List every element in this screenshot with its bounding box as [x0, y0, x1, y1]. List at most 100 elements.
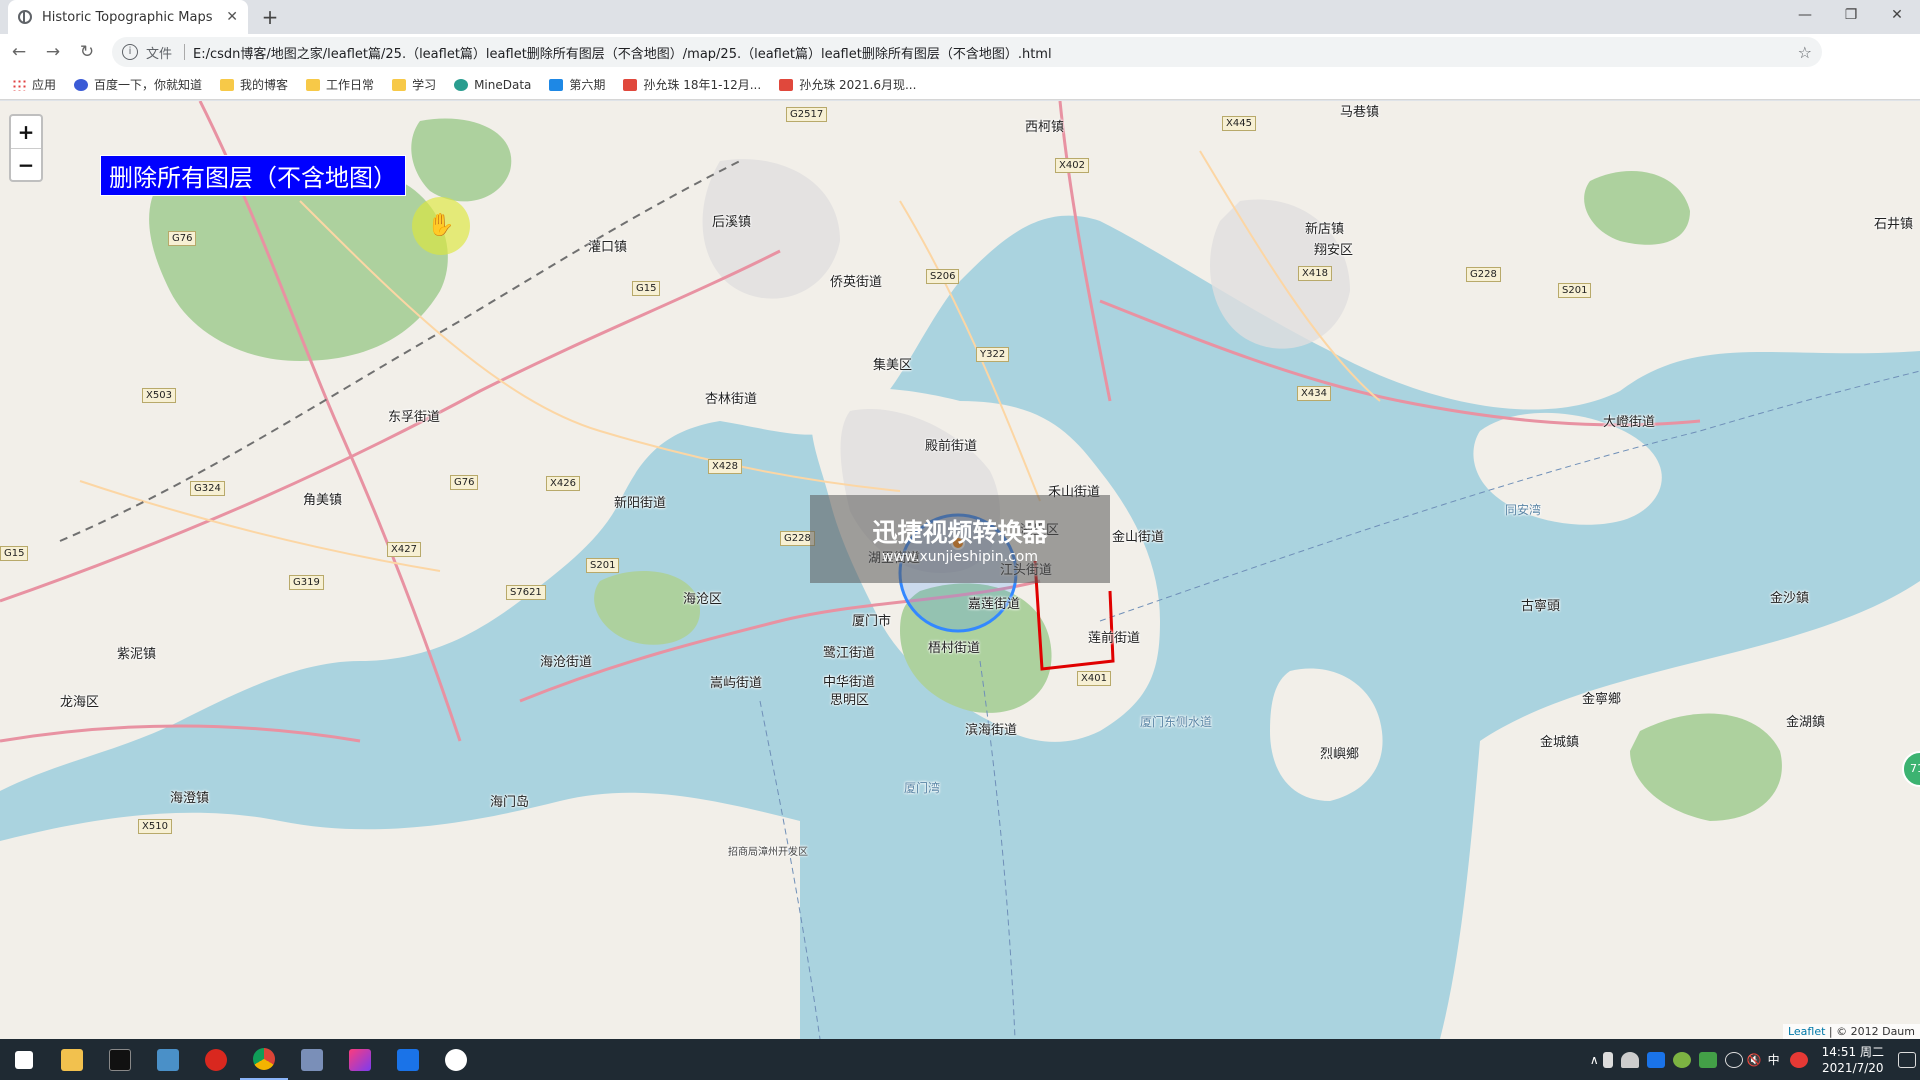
- place-label: 鹭江街道: [823, 646, 876, 661]
- scheme-label: 文件: [146, 46, 173, 62]
- info-icon[interactable]: i: [122, 44, 138, 60]
- road-shield: G15: [632, 281, 661, 296]
- browser-toolbar: ← → ↻ i 文件 E:/csdn博客/地图之家/leaflet篇/25.（l…: [0, 34, 1920, 95]
- system-tray: ∧ 🔇 中 14:51 周二 2021/7/20: [1590, 1039, 1920, 1080]
- reload-button[interactable]: ↻: [72, 37, 102, 67]
- road-shield: G324: [190, 481, 225, 496]
- folder-icon: [306, 78, 321, 91]
- road-shield: X510: [138, 819, 172, 834]
- place-label: 侨英街道: [830, 275, 883, 290]
- taskbar-app[interactable]: [288, 1039, 336, 1080]
- restore-button[interactable]: ❐: [1828, 0, 1874, 34]
- bookmark-label: 第六期: [569, 78, 606, 92]
- shield-icon[interactable]: [1698, 1051, 1717, 1068]
- tab-close-icon[interactable]: ✕: [226, 9, 238, 25]
- image-viewer-icon: [445, 1048, 467, 1071]
- place-label: 新店镇: [1305, 222, 1345, 237]
- network-app-icon: [301, 1048, 323, 1071]
- taskbar-app[interactable]: [192, 1039, 240, 1080]
- address-bar[interactable]: i 文件 E:/csdn博客/地图之家/leaflet篇/25.（leaflet…: [112, 37, 1822, 67]
- window-controls: — ❐ ✕: [1782, 0, 1920, 34]
- place-label: 嵩屿街道: [710, 676, 763, 691]
- taskbar-app[interactable]: [432, 1039, 480, 1080]
- bookmark-item[interactable]: 第六期: [549, 76, 605, 93]
- minimize-button[interactable]: —: [1782, 0, 1828, 34]
- browser-tab[interactable]: Historic Topographic Maps ✕: [8, 0, 248, 34]
- mail-m-icon: [397, 1048, 419, 1071]
- back-button[interactable]: ←: [4, 37, 34, 67]
- place-label: 紫泥镇: [117, 647, 157, 662]
- place-label: 金沙鎮: [1770, 591, 1810, 606]
- action-center-icon[interactable]: [1898, 1051, 1916, 1068]
- file-explorer-icon: [61, 1048, 83, 1071]
- taskbar-app[interactable]: [336, 1039, 384, 1080]
- chrome-icon: [253, 1047, 275, 1070]
- volume-icon[interactable]: 🔇: [1747, 1053, 1762, 1067]
- tray-app-icon[interactable]: [1672, 1051, 1691, 1068]
- place-label: 马巷镇: [1340, 105, 1380, 120]
- bookmark-item[interactable]: MineData: [454, 78, 531, 92]
- sogou-icon[interactable]: [1789, 1051, 1808, 1068]
- tray-app-icon[interactable]: [1602, 1051, 1613, 1068]
- apps-icon: [12, 78, 26, 91]
- bookmarks-bar: 应用 百度一下，你就知道 我的博客 工作日常 学习 MineData 第六期 孙允珠 18年1…: [0, 70, 1920, 100]
- attribution-text: | © 2012 Daum: [1825, 1025, 1915, 1038]
- place-label: 金城鎮: [1540, 735, 1580, 750]
- taskbar-app[interactable]: [144, 1039, 192, 1080]
- taskbar-app[interactable]: [240, 1039, 288, 1080]
- bookmark-item[interactable]: 我的博客: [220, 76, 288, 93]
- ime-indicator[interactable]: 中: [1768, 1051, 1780, 1068]
- bookmark-item[interactable]: 孙允珠 18年1-12月...: [623, 76, 761, 93]
- road-shield: Y322: [976, 347, 1010, 362]
- leaflet-link[interactable]: Leaflet: [1788, 1025, 1825, 1038]
- taskbar-app[interactable]: [96, 1039, 144, 1080]
- road-shield: X445: [1222, 116, 1256, 131]
- tray-chevron-icon[interactable]: ∧: [1590, 1053, 1599, 1067]
- bookmark-label: 应用: [32, 78, 57, 92]
- road-shield: X434: [1297, 386, 1331, 401]
- bookmark-item[interactable]: 学习: [392, 76, 436, 93]
- close-window-button[interactable]: ✕: [1874, 0, 1920, 34]
- bookmark-item[interactable]: 孙允珠 2021.6月现...: [779, 76, 916, 93]
- bookmark-star-icon[interactable]: ☆: [1798, 43, 1812, 62]
- map-container[interactable]: 西柯镇 马巷镇 后溪镇 灌口镇 侨英街道 集美区 杏林街道 东孚街道 新店镇 翔安区 石井镇 大嶝街道…: [0, 101, 1920, 1039]
- clock-time: 14:51 周二: [1821, 1044, 1884, 1059]
- jetbrains-icon: [349, 1048, 371, 1071]
- zoom-in-button[interactable]: +: [11, 116, 41, 148]
- network-icon[interactable]: [1724, 1051, 1743, 1068]
- bookmark-item[interactable]: 百度一下，你就知道: [74, 76, 202, 93]
- bookmark-item[interactable]: 工作日常: [306, 76, 374, 93]
- clock[interactable]: 14:51 周二 2021/7/20: [1822, 1044, 1884, 1076]
- road-shield: G15: [0, 546, 29, 561]
- place-label: 思明区: [830, 693, 870, 708]
- taskbar-app[interactable]: [48, 1039, 96, 1080]
- tray-mail-icon[interactable]: [1646, 1051, 1665, 1068]
- place-label: 金湖鎮: [1786, 715, 1826, 730]
- new-tab-button[interactable]: +: [258, 5, 282, 29]
- road-shield: X503: [142, 388, 176, 403]
- bookmark-item[interactable]: 应用: [12, 76, 56, 93]
- place-label: 翔安区: [1314, 243, 1354, 258]
- road-shield: X402: [1055, 158, 1089, 173]
- place-label: 同安湾: [1505, 503, 1542, 517]
- place-label: 新阳街道: [614, 496, 667, 511]
- forward-button[interactable]: →: [38, 37, 68, 67]
- zoom-out-button[interactable]: −: [11, 148, 41, 180]
- place-label: 角美镇: [303, 493, 343, 508]
- calendar-icon: [549, 78, 564, 91]
- place-label: 莲前街道: [1088, 631, 1141, 646]
- taskbar-app[interactable]: [384, 1039, 432, 1080]
- place-label: 海沧区: [683, 592, 723, 607]
- start-button[interactable]: [0, 1039, 48, 1080]
- bookmark-label: 百度一下，你就知道: [94, 78, 203, 92]
- road-shield: G228: [1466, 267, 1501, 282]
- windows-logo-icon: [15, 1050, 33, 1069]
- place-label: 大嶝街道: [1603, 415, 1656, 430]
- tab-title: Historic Topographic Maps: [42, 9, 213, 25]
- bookmark-label: MineData: [474, 77, 532, 92]
- clock-date: 2021/7/20: [1822, 1060, 1884, 1075]
- recorder-watermark: 迅捷视频转换器 www.xunjieshipin.com: [810, 495, 1110, 583]
- place-label: 招商局漳州开发区: [728, 847, 808, 858]
- notification-bell-icon[interactable]: [1620, 1051, 1639, 1068]
- url-text[interactable]: E:/csdn博客/地图之家/leaflet篇/25.（leaflet篇）lea…: [193, 43, 1798, 62]
